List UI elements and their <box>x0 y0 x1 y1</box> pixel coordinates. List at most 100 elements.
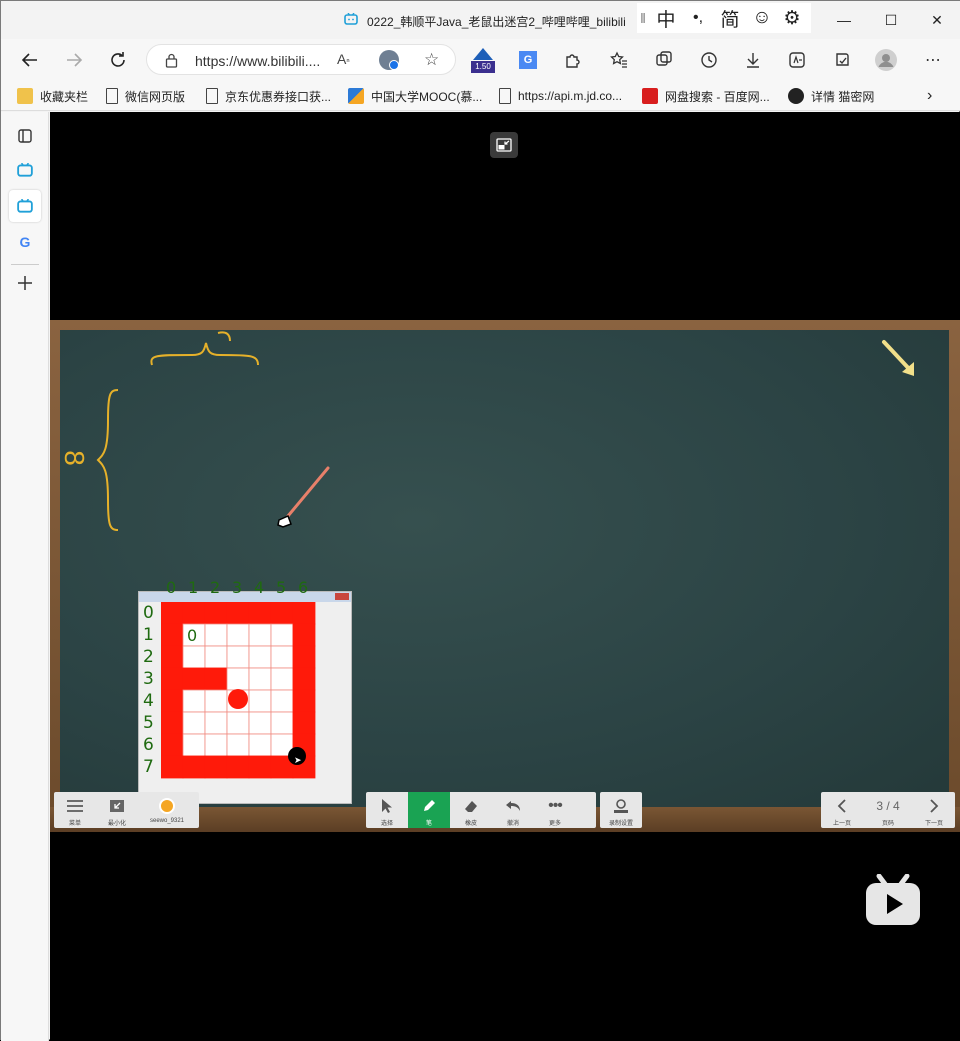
add-tab-button[interactable] <box>9 267 41 299</box>
exit-pip-button[interactable] <box>490 132 518 158</box>
ime-language-toggle[interactable]: 中 <box>649 5 683 32</box>
maze-wall-cell <box>292 689 316 713</box>
maze-wall-cell <box>292 623 316 647</box>
row-label: 7 <box>143 757 154 777</box>
maze-open-cell <box>204 711 228 735</box>
maze-open-cell <box>248 645 272 669</box>
favorites-overflow-chevron-icon[interactable]: › <box>927 86 932 106</box>
favorites-item[interactable]: 京东优惠券接口获... <box>206 86 331 106</box>
profile-extension-icon[interactable] <box>379 50 399 70</box>
row-label: 1 <box>143 625 154 645</box>
maze-open-cell <box>248 689 272 713</box>
address-bar[interactable]: https://www.bilibili.... Aⁿ ☆ <box>146 44 456 75</box>
edge-sidebar: G <box>1 112 49 1041</box>
collections-icon[interactable] <box>652 48 676 72</box>
favorites-item[interactable]: 收藏夹栏 <box>17 86 88 106</box>
favorites-item[interactable]: 详情 猫密网 <box>788 86 874 106</box>
maze-wall-cell <box>161 623 184 647</box>
ime-punct-toggle[interactable]: •, <box>683 9 713 27</box>
speed-extension-icon[interactable]: 1.50 <box>471 48 495 73</box>
undo-icon <box>503 797 523 815</box>
more-menu-icon[interactable]: ⋯ <box>921 48 945 72</box>
more-button[interactable]: ••• 更多 <box>534 792 576 828</box>
maze-wall-cell <box>292 711 316 735</box>
column-label: 3 <box>232 578 243 597</box>
eraser-icon <box>461 797 481 815</box>
maze-screenshot: 0 01234567 0123456 ➤ <box>138 578 352 804</box>
math-solver-icon[interactable] <box>785 48 809 72</box>
maze-open-cell <box>226 623 250 647</box>
maze-open-cell <box>248 733 272 757</box>
translate-extension-icon[interactable]: G <box>516 48 540 72</box>
ime-script-toggle[interactable]: 简 <box>713 5 747 32</box>
minimize-button[interactable]: — <box>824 7 864 33</box>
prev-page-button[interactable]: 上一页 <box>821 792 863 828</box>
maze-open-cell <box>204 689 228 713</box>
minimize-lesson-button[interactable]: 最小化 <box>96 792 138 828</box>
favorite-star-icon[interactable]: ☆ <box>424 50 439 70</box>
title-bar: 0222_韩顺平Java_老鼠出迷宫2_哔哩哔哩_bilibili ‖ 中 •,… <box>1 1 960 39</box>
record-settings-button[interactable]: 录制设置 <box>600 792 642 828</box>
menu-icon <box>65 797 85 815</box>
row-label: 3 <box>143 669 154 689</box>
bilibili-play-logo[interactable] <box>865 874 921 926</box>
column-label: 6 <box>298 578 309 597</box>
favorites-icon[interactable] <box>607 48 631 72</box>
extensions-puzzle-icon[interactable] <box>561 48 585 72</box>
ime-settings-icon[interactable]: ⚙ <box>777 7 807 30</box>
row-label: 6 <box>143 735 154 755</box>
lesson-toolbar-pager: 上一页 3 / 4 页码 下一页 <box>821 792 955 828</box>
column-label: 2 <box>210 578 221 597</box>
read-aloud-icon[interactable]: Aⁿ <box>337 51 350 67</box>
back-button[interactable] <box>17 47 43 73</box>
url-text[interactable]: https://www.bilibili.... <box>195 53 320 69</box>
sidebar-tab-google[interactable]: G <box>9 226 41 258</box>
maze-wall-cell <box>270 602 294 625</box>
page-indicator[interactable]: 3 / 4 页码 <box>863 792 913 828</box>
sidebar-tab-bilibili-2[interactable] <box>9 190 41 222</box>
maze-wall-cell <box>161 602 184 625</box>
refresh-button[interactable] <box>105 47 131 73</box>
maze-open-cell <box>182 733 206 757</box>
video-player[interactable]: 8 7 0 01234567 0123456 ➤ <box>50 112 960 1041</box>
tab-actions-icon <box>18 129 32 143</box>
favorites-item[interactable]: 微信网页版 <box>106 86 185 106</box>
forward-button[interactable] <box>61 47 87 73</box>
profile-avatar-icon[interactable] <box>874 48 898 72</box>
ime-emoji-icon[interactable]: ☺ <box>747 7 777 29</box>
download-icon[interactable] <box>741 48 765 72</box>
maze-wall-cell <box>182 755 206 779</box>
search-site-icon <box>642 88 658 104</box>
undo-button[interactable]: 撤消 <box>492 792 534 828</box>
history-icon[interactable] <box>697 48 721 72</box>
next-page-button[interactable]: 下一页 <box>913 792 955 828</box>
plus-icon <box>18 276 32 290</box>
sidebar-tab-bilibili-1[interactable] <box>9 154 41 186</box>
menu-button[interactable]: 菜单 <box>54 792 96 828</box>
maze-wall-cell <box>204 602 228 625</box>
ime-grip-icon[interactable]: ‖ <box>637 10 649 26</box>
select-arrow-icon <box>377 797 397 815</box>
user-button[interactable]: seewo_9321 <box>138 792 196 828</box>
eraser-tool-button[interactable]: 橡皮 <box>450 792 492 828</box>
maze-open-cell <box>270 623 294 647</box>
maze-open-cell <box>226 667 250 691</box>
maze-open-cell <box>270 689 294 713</box>
maximize-button[interactable]: ☐ <box>871 7 911 33</box>
close-button[interactable]: ✕ <box>917 7 957 33</box>
pen-tool-button[interactable]: 笔 <box>408 792 450 828</box>
maze-open-cell <box>182 711 206 735</box>
favorites-item[interactable]: https://api.m.jd.co... <box>499 86 622 106</box>
favorites-item[interactable]: 网盘搜索 - 百度网... <box>642 86 770 106</box>
select-tool-button[interactable]: 选择 <box>366 792 408 828</box>
maze-wall-cell <box>161 689 184 713</box>
ime-toolbar: ‖ 中 •, 简 ☺ ⚙ <box>637 3 811 33</box>
maze-wall-cell <box>204 667 228 691</box>
performance-icon[interactable] <box>830 48 854 72</box>
favorites-item[interactable]: 中国大学MOOC(慕... <box>348 86 482 106</box>
tab-title[interactable]: 0222_韩顺平Java_老鼠出迷宫2_哔哩哔哩_bilibili <box>367 13 626 30</box>
maze-open-cell <box>204 623 228 647</box>
lock-icon <box>165 53 178 68</box>
tab-actions-button[interactable] <box>9 120 41 152</box>
bilibili-icon <box>17 199 33 213</box>
